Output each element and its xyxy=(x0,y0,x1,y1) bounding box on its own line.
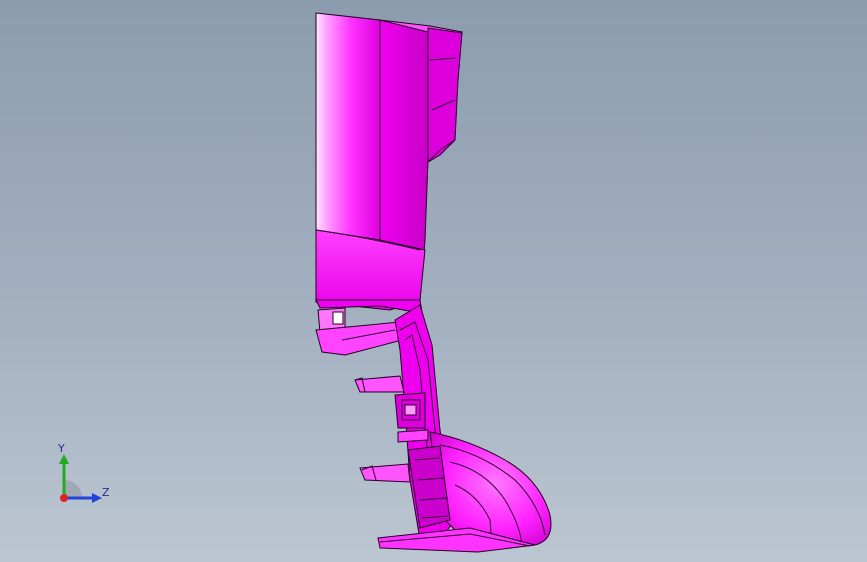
axis-z-label: Z xyxy=(102,486,110,499)
axis-y-label: Y xyxy=(58,442,65,455)
graphics-viewport[interactable]: Y Z xyxy=(0,0,867,562)
axis-triad: Y Z xyxy=(50,440,120,510)
rear-block xyxy=(427,27,463,163)
3d-model-part[interactable] xyxy=(0,0,867,562)
bracket-lower xyxy=(359,463,411,483)
